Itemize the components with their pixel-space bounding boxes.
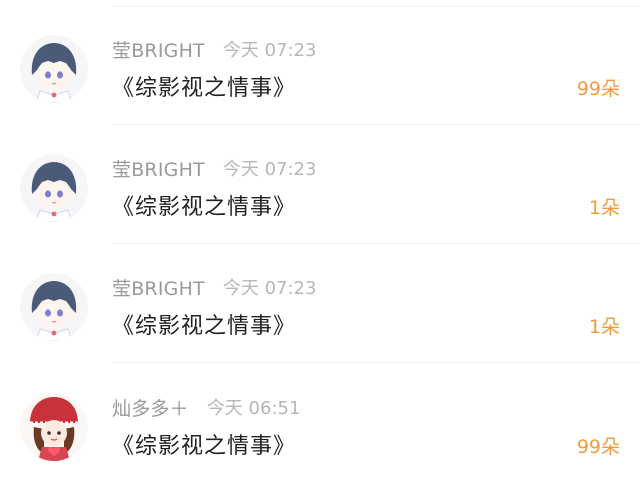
user-name[interactable]: 莹BRIGHT bbox=[112, 36, 205, 63]
avatar[interactable] bbox=[20, 393, 88, 461]
timestamp: 今天 06:51 bbox=[206, 398, 301, 419]
list-item[interactable]: 莹BRIGHT 今天 07:23 《综影视之情事》 99朵 bbox=[0, 6, 640, 125]
gift-count: 1朵 bbox=[588, 197, 620, 219]
avatar[interactable] bbox=[20, 273, 88, 341]
avatar[interactable] bbox=[20, 35, 88, 103]
row-divider bbox=[112, 362, 640, 363]
book-title[interactable]: 《综影视之情事》 bbox=[112, 189, 296, 221]
girl-blue-hair-avatar-icon bbox=[20, 35, 88, 103]
girl-red-hat-avatar-icon bbox=[20, 393, 88, 461]
avatar[interactable] bbox=[20, 154, 88, 222]
gift-count: 99朵 bbox=[576, 78, 620, 100]
user-name[interactable]: 莹BRIGHT bbox=[112, 155, 205, 182]
girl-blue-hair-avatar-icon bbox=[20, 273, 88, 341]
gift-record-list: 莹BRIGHT 今天 07:23 《综影视之情事》 99朵 莹BRIGHT 今天… bbox=[0, 0, 640, 461]
timestamp: 今天 07:23 bbox=[222, 40, 317, 61]
book-title[interactable]: 《综影视之情事》 bbox=[112, 428, 296, 460]
user-name[interactable]: 灿多多＋ bbox=[112, 394, 189, 421]
girl-blue-hair-avatar-icon bbox=[20, 154, 88, 222]
gift-count: 1朵 bbox=[588, 316, 620, 338]
book-title[interactable]: 《综影视之情事》 bbox=[112, 70, 296, 102]
user-name[interactable]: 莹BRIGHT bbox=[112, 274, 205, 301]
timestamp: 今天 07:23 bbox=[222, 278, 317, 299]
list-item[interactable]: 灿多多＋ 今天 06:51 《综影视之情事》 99朵 bbox=[0, 364, 640, 483]
book-title[interactable]: 《综影视之情事》 bbox=[112, 308, 296, 340]
list-item[interactable]: 莹BRIGHT 今天 07:23 《综影视之情事》 1朵 bbox=[0, 125, 640, 244]
timestamp: 今天 07:23 bbox=[222, 159, 317, 180]
list-item[interactable]: 莹BRIGHT 今天 07:23 《综影视之情事》 1朵 bbox=[0, 244, 640, 363]
